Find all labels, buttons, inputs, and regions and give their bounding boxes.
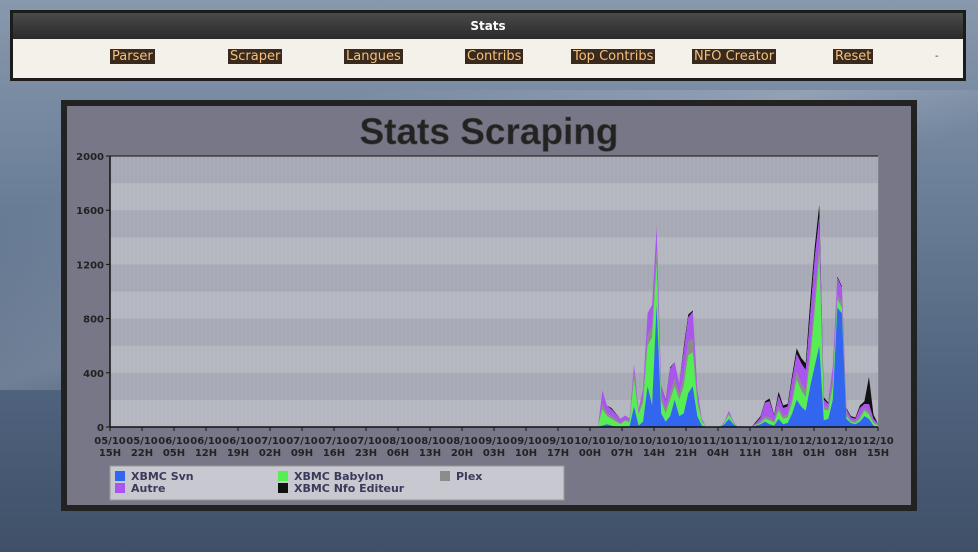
x-tick-label-hour: 21H bbox=[675, 448, 697, 459]
y-tick-label: 0 bbox=[97, 423, 104, 434]
nav-link-reset[interactable]: Reset bbox=[833, 49, 874, 64]
x-tick-label-hour: 00H bbox=[579, 448, 601, 459]
x-tick-label-date: 05/10 bbox=[126, 436, 158, 447]
nav-link-nfo-creator[interactable]: NFO Creator bbox=[692, 49, 777, 64]
chart-title: Stats Scraping bbox=[359, 111, 618, 152]
x-tick-label-date: 11/10 bbox=[766, 436, 798, 447]
legend-label-xbmc-nfo-editeur: XBMC Nfo Editeur bbox=[294, 482, 405, 495]
x-tick-label-hour: 11H bbox=[739, 448, 761, 459]
nav-links: Parser Scraper Langues Contribs Top Cont… bbox=[13, 39, 963, 78]
x-tick-label-hour: 04H bbox=[707, 448, 729, 459]
x-tick-label-date: 11/10 bbox=[734, 436, 766, 447]
x-tick-label-date: 08/10 bbox=[382, 436, 414, 447]
stats-nav-box: Stats Parser Scraper Langues Contribs To… bbox=[10, 10, 966, 81]
nav-link-contribs[interactable]: Contribs bbox=[465, 49, 524, 64]
x-tick-label-date: 08/10 bbox=[446, 436, 478, 447]
x-tick-label-date: 12/10 bbox=[798, 436, 830, 447]
x-tick-label-hour: 13H bbox=[419, 448, 441, 459]
x-tick-label-hour: 14H bbox=[643, 448, 665, 459]
nav-link-langues[interactable]: Langues bbox=[344, 49, 403, 64]
x-tick-label-date: 06/10 bbox=[190, 436, 222, 447]
nav-link-top-contribs[interactable]: Top Contribs bbox=[571, 49, 656, 64]
x-tick-label-hour: 12H bbox=[195, 448, 217, 459]
y-tick-label: 1600 bbox=[76, 206, 104, 217]
y-tick-label: 400 bbox=[83, 369, 104, 380]
x-tick-label-date: 07/10 bbox=[350, 436, 382, 447]
x-tick-label-date: 10/10 bbox=[606, 436, 638, 447]
x-tick-label-hour: 16H bbox=[323, 448, 345, 459]
x-tick-label-date: 09/10 bbox=[542, 436, 574, 447]
x-tick-label-date: 05/10 bbox=[94, 436, 126, 447]
y-tick-label: 800 bbox=[83, 315, 104, 326]
x-tick-label-hour: 01H bbox=[803, 448, 825, 459]
x-tick-label-date: 10/10 bbox=[638, 436, 670, 447]
nav-trailing-dash: - bbox=[935, 51, 939, 62]
x-tick-label-hour: 17H bbox=[547, 448, 569, 459]
x-tick-label-hour: 18H bbox=[771, 448, 793, 459]
nav-title: Stats bbox=[13, 13, 963, 39]
x-tick-label-date: 07/10 bbox=[254, 436, 286, 447]
x-tick-label-hour: 03H bbox=[483, 448, 505, 459]
stats-chart: Stats Scraping040080012001600200005/1015… bbox=[76, 111, 894, 501]
x-tick-label-date: 06/10 bbox=[158, 436, 190, 447]
x-tick-label-hour: 02H bbox=[259, 448, 281, 459]
x-tick-label-hour: 19H bbox=[227, 448, 249, 459]
legend-label-autre: Autre bbox=[131, 482, 166, 495]
chart-frame: Stats Scraping 0 400 800 1200 1600 2000 05/10 15… bbox=[61, 100, 917, 511]
x-tick-label-hour: 07H bbox=[611, 448, 633, 459]
x-tick-label-date: 10/10 bbox=[574, 436, 606, 447]
nav-link-parser[interactable]: Parser bbox=[110, 49, 155, 64]
x-tick-label-date: 09/10 bbox=[510, 436, 542, 447]
legend-swatch-xbmc-svn bbox=[115, 471, 125, 481]
legend-label-plex: Plex bbox=[456, 470, 482, 483]
legend-swatch-autre bbox=[115, 483, 125, 493]
x-tick-label-date: 07/10 bbox=[286, 436, 318, 447]
x-tick-label-hour: 06H bbox=[387, 448, 409, 459]
x-tick-label-date: 06/10 bbox=[222, 436, 254, 447]
x-tick-label-hour: 10H bbox=[515, 448, 537, 459]
x-tick-label-date: 10/10 bbox=[670, 436, 702, 447]
x-tick-label-date: 11/10 bbox=[702, 436, 734, 447]
x-tick-label-hour: 05H bbox=[163, 448, 185, 459]
x-tick-label-hour: 15H bbox=[99, 448, 121, 459]
x-tick-label-hour: 08H bbox=[835, 448, 857, 459]
legend-swatch-xbmc-babylon bbox=[278, 471, 288, 481]
legend-swatch-xbmc-nfo-editeur bbox=[278, 483, 288, 493]
x-tick-label-date: 08/10 bbox=[414, 436, 446, 447]
x-tick-label-date: 12/10 bbox=[862, 436, 894, 447]
x-tick-label-hour: 23H bbox=[355, 448, 377, 459]
y-tick-label: 1200 bbox=[76, 260, 104, 271]
y-tick-label: 2000 bbox=[76, 152, 104, 163]
x-tick-label-date: 09/10 bbox=[478, 436, 510, 447]
x-tick-label-hour: 20H bbox=[451, 448, 473, 459]
x-tick-label-hour: 09H bbox=[291, 448, 313, 459]
x-tick-label-date: 12/10 bbox=[830, 436, 862, 447]
nav-link-scraper[interactable]: Scraper bbox=[228, 49, 283, 64]
x-tick-label-hour: 22H bbox=[131, 448, 153, 459]
x-tick-label-date: 07/10 bbox=[318, 436, 350, 447]
legend-swatch-plex bbox=[440, 471, 450, 481]
x-tick-label-hour: 15H bbox=[867, 448, 889, 459]
